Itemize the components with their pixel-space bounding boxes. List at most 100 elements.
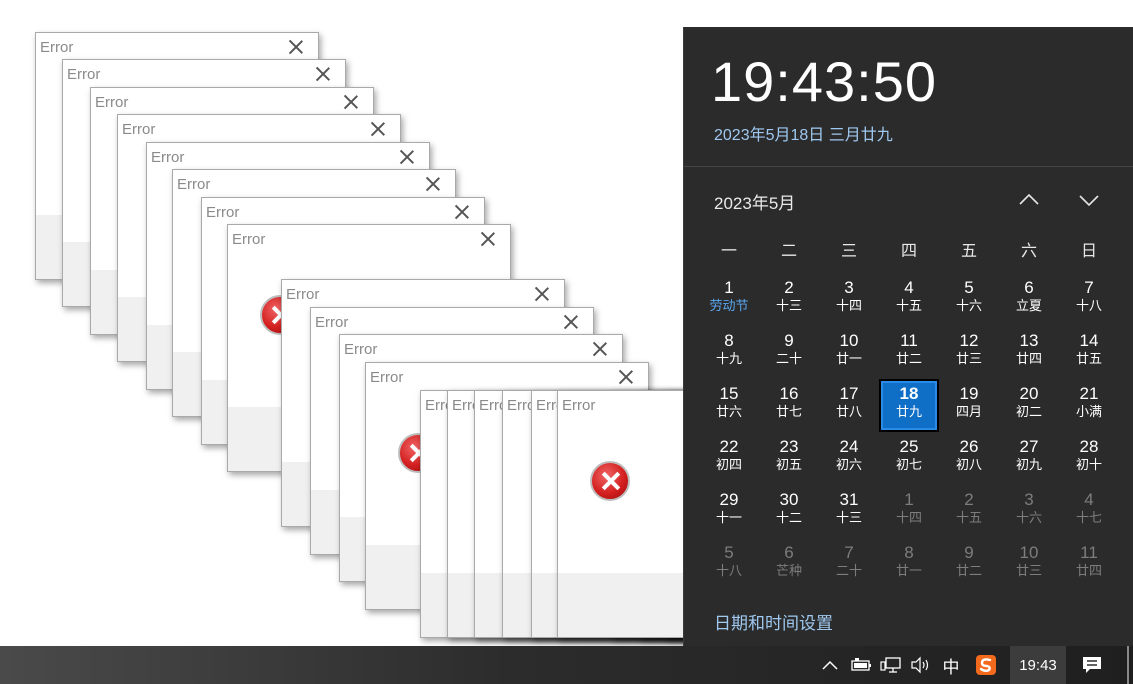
calendar-day[interactable]: 11 廿二 (879, 326, 939, 379)
lunar-date: 初四 (715, 457, 742, 472)
date-time-settings-link[interactable]: 日期和时间设置 (714, 609, 833, 634)
calendar-day[interactable]: 9 廿二 (939, 538, 999, 591)
close-icon[interactable] (561, 312, 581, 332)
ime-language-indicator[interactable]: 中 (940, 646, 962, 684)
calendar-day[interactable]: 9 二十 (759, 326, 819, 379)
calendar-day[interactable]: 3 十四 (819, 273, 879, 326)
lunar-date: 廿二 (955, 563, 982, 578)
close-icon[interactable] (532, 284, 552, 304)
network-button[interactable] (878, 646, 904, 684)
battery-button[interactable] (848, 646, 874, 684)
close-icon[interactable] (286, 37, 306, 57)
calendar-day-today[interactable]: 18 廿九 (879, 379, 939, 432)
close-icon[interactable] (478, 229, 498, 249)
calendar-day[interactable]: 7 十八 (1059, 273, 1119, 326)
day-number: 30 (779, 490, 799, 509)
clock-time: 19:43:50 (711, 50, 937, 113)
day-number: 31 (839, 490, 859, 509)
day-number: 5 (964, 278, 974, 297)
clock-date[interactable]: 2023年5月18日 三月廿九 (714, 121, 893, 145)
calendar-day[interactable]: 5 十六 (939, 273, 999, 326)
calendar-day[interactable]: 28 初十 (1059, 432, 1119, 485)
calendar-day[interactable]: 20 初二 (999, 379, 1059, 432)
close-icon[interactable] (452, 202, 472, 222)
calendar-day[interactable]: 16 廿七 (759, 379, 819, 432)
day-number: 8 (724, 331, 734, 350)
taskbar-clock[interactable]: 19:43 (1010, 646, 1066, 684)
lunar-date: 初十 (1075, 457, 1102, 472)
calendar-day[interactable]: 5 十八 (699, 538, 759, 591)
dialog-title: Error (67, 66, 101, 83)
calendar-day[interactable]: 4 十七 (1059, 485, 1119, 538)
error-dialog[interactable]: Error (557, 390, 700, 638)
calendar-day[interactable]: 6 立夏 (999, 273, 1059, 326)
sogou-ime-icon (976, 655, 996, 675)
day-number: 20 (1019, 384, 1039, 403)
lunar-date: 廿三 (1015, 563, 1042, 578)
calendar-day[interactable]: 12 廿三 (939, 326, 999, 379)
calendar-grid: 1 劳动节 2 十三 3 十四 4 十五 5 十六 6 立夏 7 十八 8 十九 9 二十 10 廿一 11 廿二 12 廿三… (699, 273, 1119, 591)
next-month-button[interactable] (1074, 187, 1104, 213)
weekday-label: 一 (720, 243, 737, 260)
chevron-up-icon (1019, 193, 1039, 205)
sogou-ime-button[interactable] (972, 646, 1000, 684)
calendar-day[interactable]: 13 廿四 (999, 326, 1059, 379)
calendar-day[interactable]: 29 十一 (699, 485, 759, 538)
calendar-day[interactable]: 7 二十 (819, 538, 879, 591)
calendar-day[interactable]: 15 廿六 (699, 379, 759, 432)
close-icon[interactable] (313, 64, 333, 84)
close-icon[interactable] (590, 339, 610, 359)
calendar-day[interactable]: 2 十五 (939, 485, 999, 538)
lunar-date: 初六 (835, 457, 862, 472)
calendar-day[interactable]: 22 初四 (699, 432, 759, 485)
calendar-day[interactable]: 14 廿五 (1059, 326, 1119, 379)
calendar-day[interactable]: 25 初七 (879, 432, 939, 485)
calendar-day[interactable]: 17 廿八 (819, 379, 879, 432)
calendar-day[interactable]: 2 十三 (759, 273, 819, 326)
clock-calendar-flyout: 19:43:50 2023年5月18日 三月廿九 2023年5月 一二三四五六日… (683, 27, 1133, 646)
calendar-day[interactable]: 11 廿四 (1059, 538, 1119, 591)
day-number: 14 (1079, 331, 1099, 350)
calendar-day[interactable]: 27 初九 (999, 432, 1059, 485)
calendar-day[interactable]: 31 十三 (819, 485, 879, 538)
close-icon[interactable] (341, 92, 361, 112)
dialog-title: Error (315, 314, 349, 331)
day-number: 26 (959, 437, 979, 456)
calendar-day[interactable]: 26 初八 (939, 432, 999, 485)
calendar-day[interactable]: 30 十二 (759, 485, 819, 538)
month-label[interactable]: 2023年5月 (714, 189, 795, 214)
day-number: 1 (724, 278, 734, 297)
close-icon[interactable] (423, 174, 443, 194)
calendar-day[interactable]: 10 廿一 (819, 326, 879, 379)
previous-month-button[interactable] (1014, 187, 1044, 213)
show-hidden-icons-button[interactable] (818, 646, 842, 684)
calendar-day[interactable]: 10 廿三 (999, 538, 1059, 591)
lunar-date: 十三 (835, 510, 862, 525)
calendar-day[interactable]: 24 初六 (819, 432, 879, 485)
day-number: 25 (899, 437, 919, 456)
close-icon[interactable] (368, 119, 388, 139)
lunar-date: 廿一 (895, 563, 922, 578)
action-center-button[interactable] (1068, 646, 1116, 684)
calendar-day[interactable]: 4 十五 (879, 273, 939, 326)
calendar-day[interactable]: 6 芒种 (759, 538, 819, 591)
day-number: 4 (904, 278, 914, 297)
lunar-date: 初七 (895, 457, 922, 472)
calendar-day[interactable]: 23 初五 (759, 432, 819, 485)
calendar-day[interactable]: 8 廿一 (879, 538, 939, 591)
calendar-day[interactable]: 1 劳动节 (699, 273, 759, 326)
lunar-date: 十九 (715, 351, 742, 366)
calendar-day[interactable]: 3 十六 (999, 485, 1059, 538)
lunar-date: 廿六 (715, 404, 742, 419)
show-desktop-button[interactable] (1127, 646, 1129, 684)
volume-button[interactable] (908, 646, 934, 684)
calendar-day[interactable]: 21 小满 (1059, 379, 1119, 432)
close-icon[interactable] (397, 147, 417, 167)
calendar-day[interactable]: 19 四月 (939, 379, 999, 432)
dialog-title: Error (562, 397, 596, 414)
close-icon[interactable] (616, 367, 636, 387)
calendar-day[interactable]: 1 十四 (879, 485, 939, 538)
lunar-date: 十三 (775, 298, 802, 313)
day-number: 1 (904, 490, 914, 509)
calendar-day[interactable]: 8 十九 (699, 326, 759, 379)
